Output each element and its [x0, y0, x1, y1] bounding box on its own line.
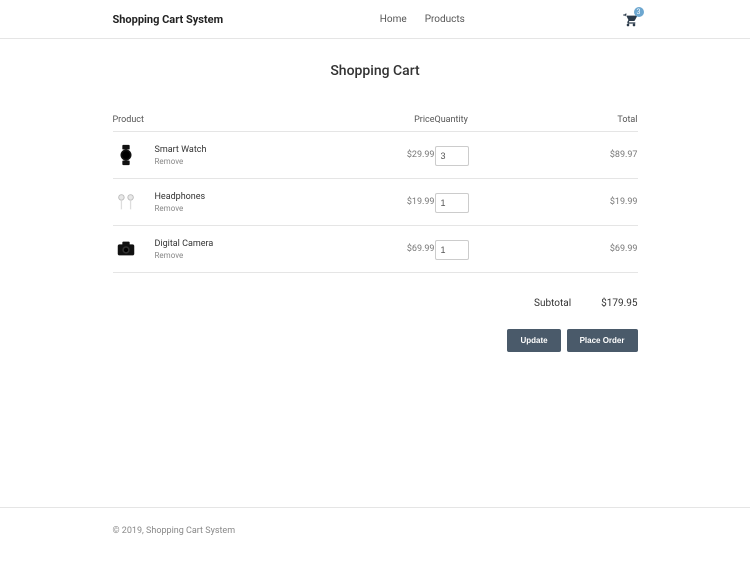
product-image	[113, 236, 139, 262]
header: Shopping Cart System Home Products 3	[0, 0, 750, 39]
table-row: Digital Camera Remove $69.99 $69.99	[113, 226, 638, 273]
page-title: Shopping Cart	[113, 63, 638, 79]
product-name: Digital Camera	[155, 239, 355, 249]
table-row: Smart Watch Remove $29.99 $89.97	[113, 132, 638, 179]
camera-icon	[115, 238, 137, 260]
place-order-button[interactable]: Place Order	[567, 329, 638, 352]
headphones-icon	[115, 191, 137, 213]
product-name: Smart Watch	[155, 145, 355, 155]
nav-products[interactable]: Products	[425, 14, 465, 25]
nav-home[interactable]: Home	[380, 14, 407, 25]
cart-table: Product Price Quantity Total Smart Watch…	[113, 109, 638, 273]
update-button[interactable]: Update	[507, 329, 560, 352]
line-total: $69.99	[535, 226, 638, 273]
line-total: $19.99	[535, 179, 638, 226]
table-row: Headphones Remove $19.99 $19.99	[113, 179, 638, 226]
footer-copyright: © 2019, Shopping Cart System	[113, 508, 638, 554]
quantity-input[interactable]	[435, 240, 469, 260]
quantity-input[interactable]	[435, 146, 469, 166]
nav-center: Home Products	[380, 14, 465, 25]
remove-button[interactable]: Remove	[155, 157, 355, 166]
product-price: $69.99	[355, 226, 435, 273]
header-total: Total	[535, 109, 638, 132]
cart-icon-button[interactable]: 3	[622, 11, 638, 27]
brand: Shopping Cart System	[113, 13, 224, 26]
product-image	[113, 142, 139, 168]
footer: © 2019, Shopping Cart System	[0, 507, 750, 554]
subtotal-value: $179.95	[601, 298, 637, 309]
product-price: $29.99	[355, 132, 435, 179]
header-price: Price	[355, 109, 435, 132]
product-price: $19.99	[355, 179, 435, 226]
product-image	[113, 189, 139, 215]
watch-icon	[115, 144, 137, 166]
quantity-input[interactable]	[435, 193, 469, 213]
cart-badge: 3	[634, 7, 644, 17]
header-quantity: Quantity	[435, 109, 535, 132]
subtotal-label: Subtotal	[534, 298, 571, 309]
line-total: $89.97	[535, 132, 638, 179]
actions: Update Place Order	[113, 329, 638, 352]
remove-button[interactable]: Remove	[155, 204, 355, 213]
summary: Subtotal $179.95	[113, 298, 638, 309]
header-product: Product	[113, 109, 355, 132]
product-name: Headphones	[155, 192, 355, 202]
remove-button[interactable]: Remove	[155, 251, 355, 260]
